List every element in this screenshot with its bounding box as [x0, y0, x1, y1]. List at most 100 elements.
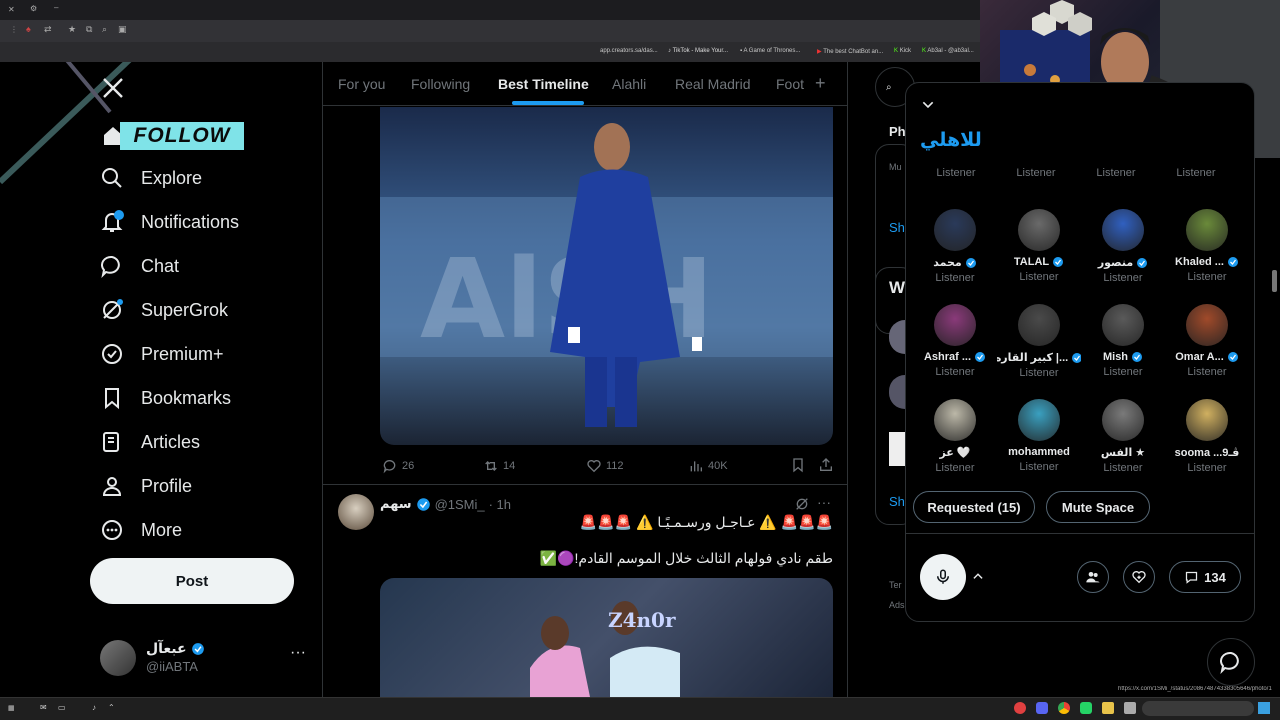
add-tab-icon[interactable]: + [815, 73, 826, 94]
requested-button[interactable]: Requested (15) [913, 491, 1035, 523]
repost-button[interactable]: 14 [483, 458, 515, 474]
bookmark-item[interactable]: ▪ A Game of Thrones... [740, 48, 800, 54]
verified-badge-icon [416, 497, 430, 511]
microphone-button[interactable] [920, 554, 966, 600]
app-icon[interactable] [1014, 702, 1026, 714]
reply-icon [383, 460, 396, 474]
language-icon[interactable]: ✉ [40, 703, 47, 712]
nav-chat[interactable]: Chat [100, 250, 179, 282]
nav-more[interactable]: More [100, 514, 182, 546]
listener-item[interactable]: sooma ...ڤـ9 Listener [1165, 399, 1249, 474]
listener-item[interactable]: Ashraf ... Listener [913, 304, 997, 378]
post-button[interactable]: Post [90, 558, 294, 604]
listener-item[interactable]: الفس ★ Listener [1081, 399, 1165, 474]
show-more-link[interactable]: Sh [889, 220, 905, 235]
listener-item[interactable]: كبير القاره |... Listener [997, 304, 1081, 379]
post-image[interactable]: AlSH [380, 107, 833, 445]
chevron-up-icon[interactable] [971, 569, 985, 583]
x-logo-icon[interactable] [101, 76, 125, 100]
whatsapp-icon[interactable] [1080, 702, 1092, 714]
menu-dots-icon[interactable]: ⋮ [10, 25, 18, 34]
nav-articles[interactable]: Articles [100, 426, 200, 458]
listener-item[interactable]: Khaled ... Listener [1165, 209, 1249, 283]
grok-icon[interactable] [794, 496, 810, 512]
tab-alahli[interactable]: Alahli [612, 76, 646, 92]
messages-float-button[interactable] [1207, 638, 1255, 686]
author-name[interactable]: سهم [380, 496, 412, 512]
bookmark-icon[interactable] [790, 457, 806, 473]
account-switcher[interactable]: عبعآل @iiABTA ··· [100, 638, 310, 678]
follow-badge[interactable]: FOLLOW [120, 122, 244, 150]
bookmark-item[interactable]: app.creators.sa/das... [600, 48, 658, 54]
trend-label[interactable]: Mu [889, 162, 902, 172]
tab-real-madrid[interactable]: Real Madrid [675, 76, 750, 92]
tab-for-you[interactable]: For you [338, 76, 385, 92]
extension-icon[interactable]: ▣ [118, 24, 127, 35]
listener-item[interactable]: محمد Listener [913, 209, 997, 284]
listener-name: Ashraf ... [913, 351, 997, 363]
chevron-down-icon[interactable] [920, 97, 936, 113]
search-icon[interactable]: ⌕ [886, 82, 892, 93]
tab-following[interactable]: Following [411, 76, 470, 92]
post-time[interactable]: · 1h [489, 497, 511, 512]
star-icon[interactable]: ★ [68, 24, 76, 35]
bookmark-item[interactable]: K Kick [894, 48, 911, 54]
tray-icon[interactable]: ▦ [8, 704, 15, 712]
listener-item[interactable]: عز 🤍 Listener [913, 399, 997, 474]
settings-icon[interactable]: ⚙ [30, 4, 37, 13]
react-button[interactable] [1123, 561, 1155, 593]
nav-premium[interactable]: Premium+ [100, 338, 224, 370]
comments-button[interactable]: 134 [1169, 561, 1241, 593]
like-button[interactable]: 112 [586, 458, 624, 474]
extension-icon[interactable]: ♠ [26, 24, 31, 34]
footer-link[interactable]: Ads [889, 600, 905, 610]
views-button[interactable]: 40K [688, 458, 728, 474]
nav-notifications[interactable]: Notifications [100, 206, 239, 238]
comment-icon [1186, 571, 1198, 584]
minimize-icon[interactable]: – [54, 3, 58, 12]
listener-item[interactable]: Mish Listener [1081, 304, 1165, 378]
listener-item[interactable]: Omar A... Listener [1165, 304, 1249, 378]
nav-profile[interactable]: Profile [100, 470, 192, 502]
more-dots-icon[interactable]: ··· [290, 644, 306, 662]
nav-explore[interactable]: Explore [100, 162, 202, 194]
show-more-link[interactable]: Sh [889, 494, 905, 509]
bookmark-item[interactable]: ▶ The best ChatBot an... [817, 48, 883, 55]
copy-icon[interactable]: ⧉ [86, 24, 92, 35]
avatar[interactable] [338, 494, 374, 530]
app-icon[interactable] [1124, 702, 1136, 714]
share-icon[interactable] [818, 457, 834, 473]
chrome-icon[interactable] [1058, 702, 1070, 714]
listener-role: Listener [1103, 272, 1143, 284]
taskbar-search[interactable] [1142, 701, 1254, 716]
tab-best-timeline[interactable]: Best Timeline [498, 76, 589, 92]
close-window-icon[interactable]: ✕ [8, 5, 16, 14]
windows-start-icon[interactable] [1258, 702, 1270, 714]
bookmark-item[interactable]: ♪ TikTok - Make Your... [668, 48, 728, 54]
nav-bookmarks[interactable]: Bookmarks [100, 382, 231, 414]
people-button[interactable] [1077, 561, 1109, 593]
folder-icon[interactable] [1102, 702, 1114, 714]
footer-link[interactable]: Ter [889, 580, 902, 590]
mute-space-button[interactable]: Mute Space [1046, 491, 1150, 523]
avatar[interactable] [889, 432, 905, 466]
tab-foot[interactable]: Foot [776, 76, 804, 92]
nav-supergrok[interactable]: SuperGrok [100, 294, 228, 326]
author-handle[interactable]: @1SMi_ [435, 497, 485, 512]
chevron-up-icon[interactable]: ⌃ [108, 703, 115, 712]
bookmark-item[interactable]: K Ab3al - @ab3al... [922, 48, 974, 54]
listener-role: Listener [1187, 462, 1227, 474]
more-dots-icon[interactable]: ··· [817, 494, 831, 510]
volume-icon[interactable]: ♪ [92, 703, 96, 712]
chat-bubble-icon [101, 255, 120, 278]
zoom-icon[interactable]: ⌕ [102, 24, 107, 35]
listener-item[interactable]: mohammed Listener [997, 399, 1081, 473]
discord-icon[interactable] [1036, 702, 1048, 714]
listener-item[interactable]: TALAL Listener [997, 209, 1081, 283]
extension-icon[interactable]: ⇄ [44, 24, 52, 35]
reply-button[interactable]: 26 [382, 458, 414, 474]
network-icon[interactable]: ▭ [58, 703, 66, 712]
scrollbar[interactable] [1272, 270, 1277, 292]
post-image[interactable]: Z4n0r [380, 578, 833, 697]
listener-item[interactable]: منصور Listener [1081, 209, 1165, 284]
